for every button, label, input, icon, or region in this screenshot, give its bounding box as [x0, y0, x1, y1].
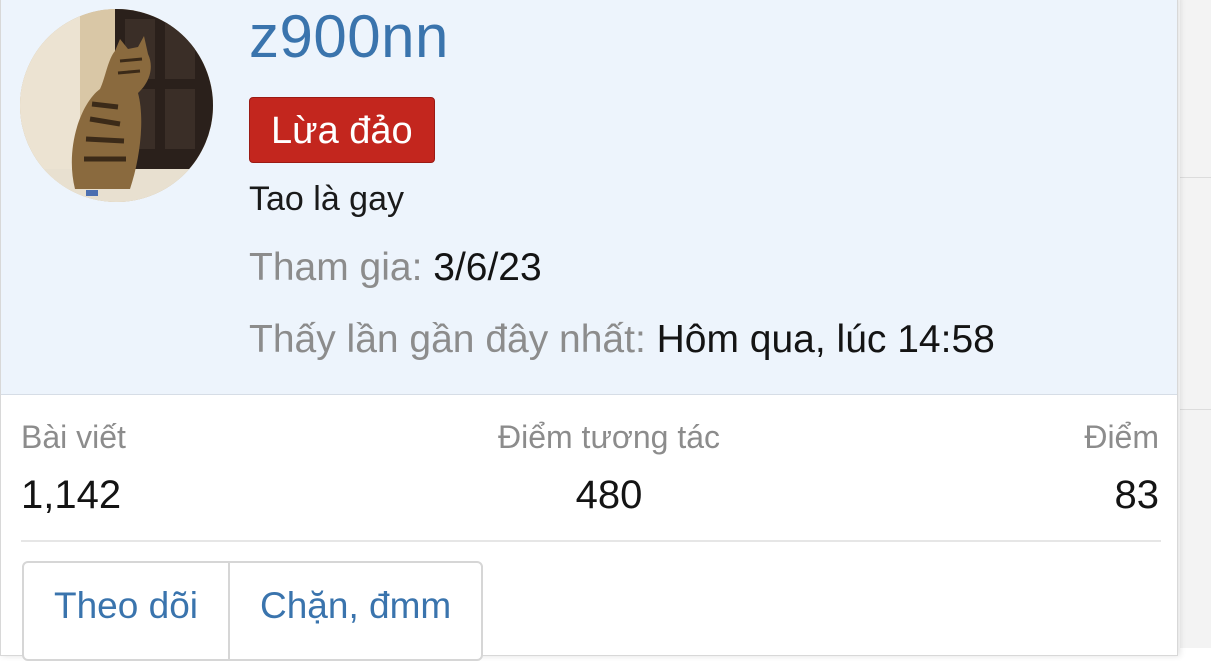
stats-divider: [21, 540, 1161, 542]
stat-label: Bài viết: [21, 419, 126, 455]
user-banner-badge: Lừa đảo: [249, 97, 435, 163]
member-header: z900nn Lừa đảo Tao là gay Tham gia: 3/6/…: [1, 0, 1177, 395]
member-tooltip-card: z900nn Lừa đảo Tao là gay Tham gia: 3/6/…: [0, 0, 1178, 661]
joined-row: Tham gia: 3/6/23: [249, 243, 542, 293]
member-actions: Theo dõi Chặn, đmm: [22, 561, 484, 661]
username[interactable]: z900nn: [249, 0, 449, 77]
member-stats: Bài viết 1,142 Điểm tương tác 480 Điểm 8…: [1, 417, 1177, 537]
stat-value: 1,142: [21, 473, 122, 517]
backdrop-divider: [1180, 409, 1211, 410]
last-seen-value: Hôm qua, lúc 14:58: [656, 318, 995, 361]
stat-value: 480: [575, 473, 643, 517]
stat-points[interactable]: Điểm 83: [1084, 417, 1159, 523]
stat-posts[interactable]: Bài viết 1,142: [21, 417, 126, 523]
stat-label: Điểm tương tác: [497, 419, 721, 455]
stat-label: Điểm: [1084, 419, 1159, 455]
user-title: Tao là gay: [249, 180, 404, 218]
joined-value: 3/6/23: [433, 246, 542, 289]
backdrop-divider: [1180, 177, 1211, 178]
last-seen-row: Thấy lần gần đây nhất: Hôm qua, lúc 14:5…: [249, 315, 995, 365]
ignore-button[interactable]: Chặn, đmm: [228, 563, 481, 659]
joined-label: Tham gia:: [249, 246, 423, 289]
avatar[interactable]: [20, 9, 213, 202]
stat-reactions: Điểm tương tác 480: [479, 417, 739, 523]
follow-button[interactable]: Theo dõi: [24, 563, 228, 659]
page-backdrop: [1180, 0, 1211, 648]
stat-value: 83: [1114, 473, 1160, 517]
cat-avatar-icon: [20, 9, 213, 202]
last-seen-label: Thấy lần gần đây nhất:: [249, 318, 646, 361]
